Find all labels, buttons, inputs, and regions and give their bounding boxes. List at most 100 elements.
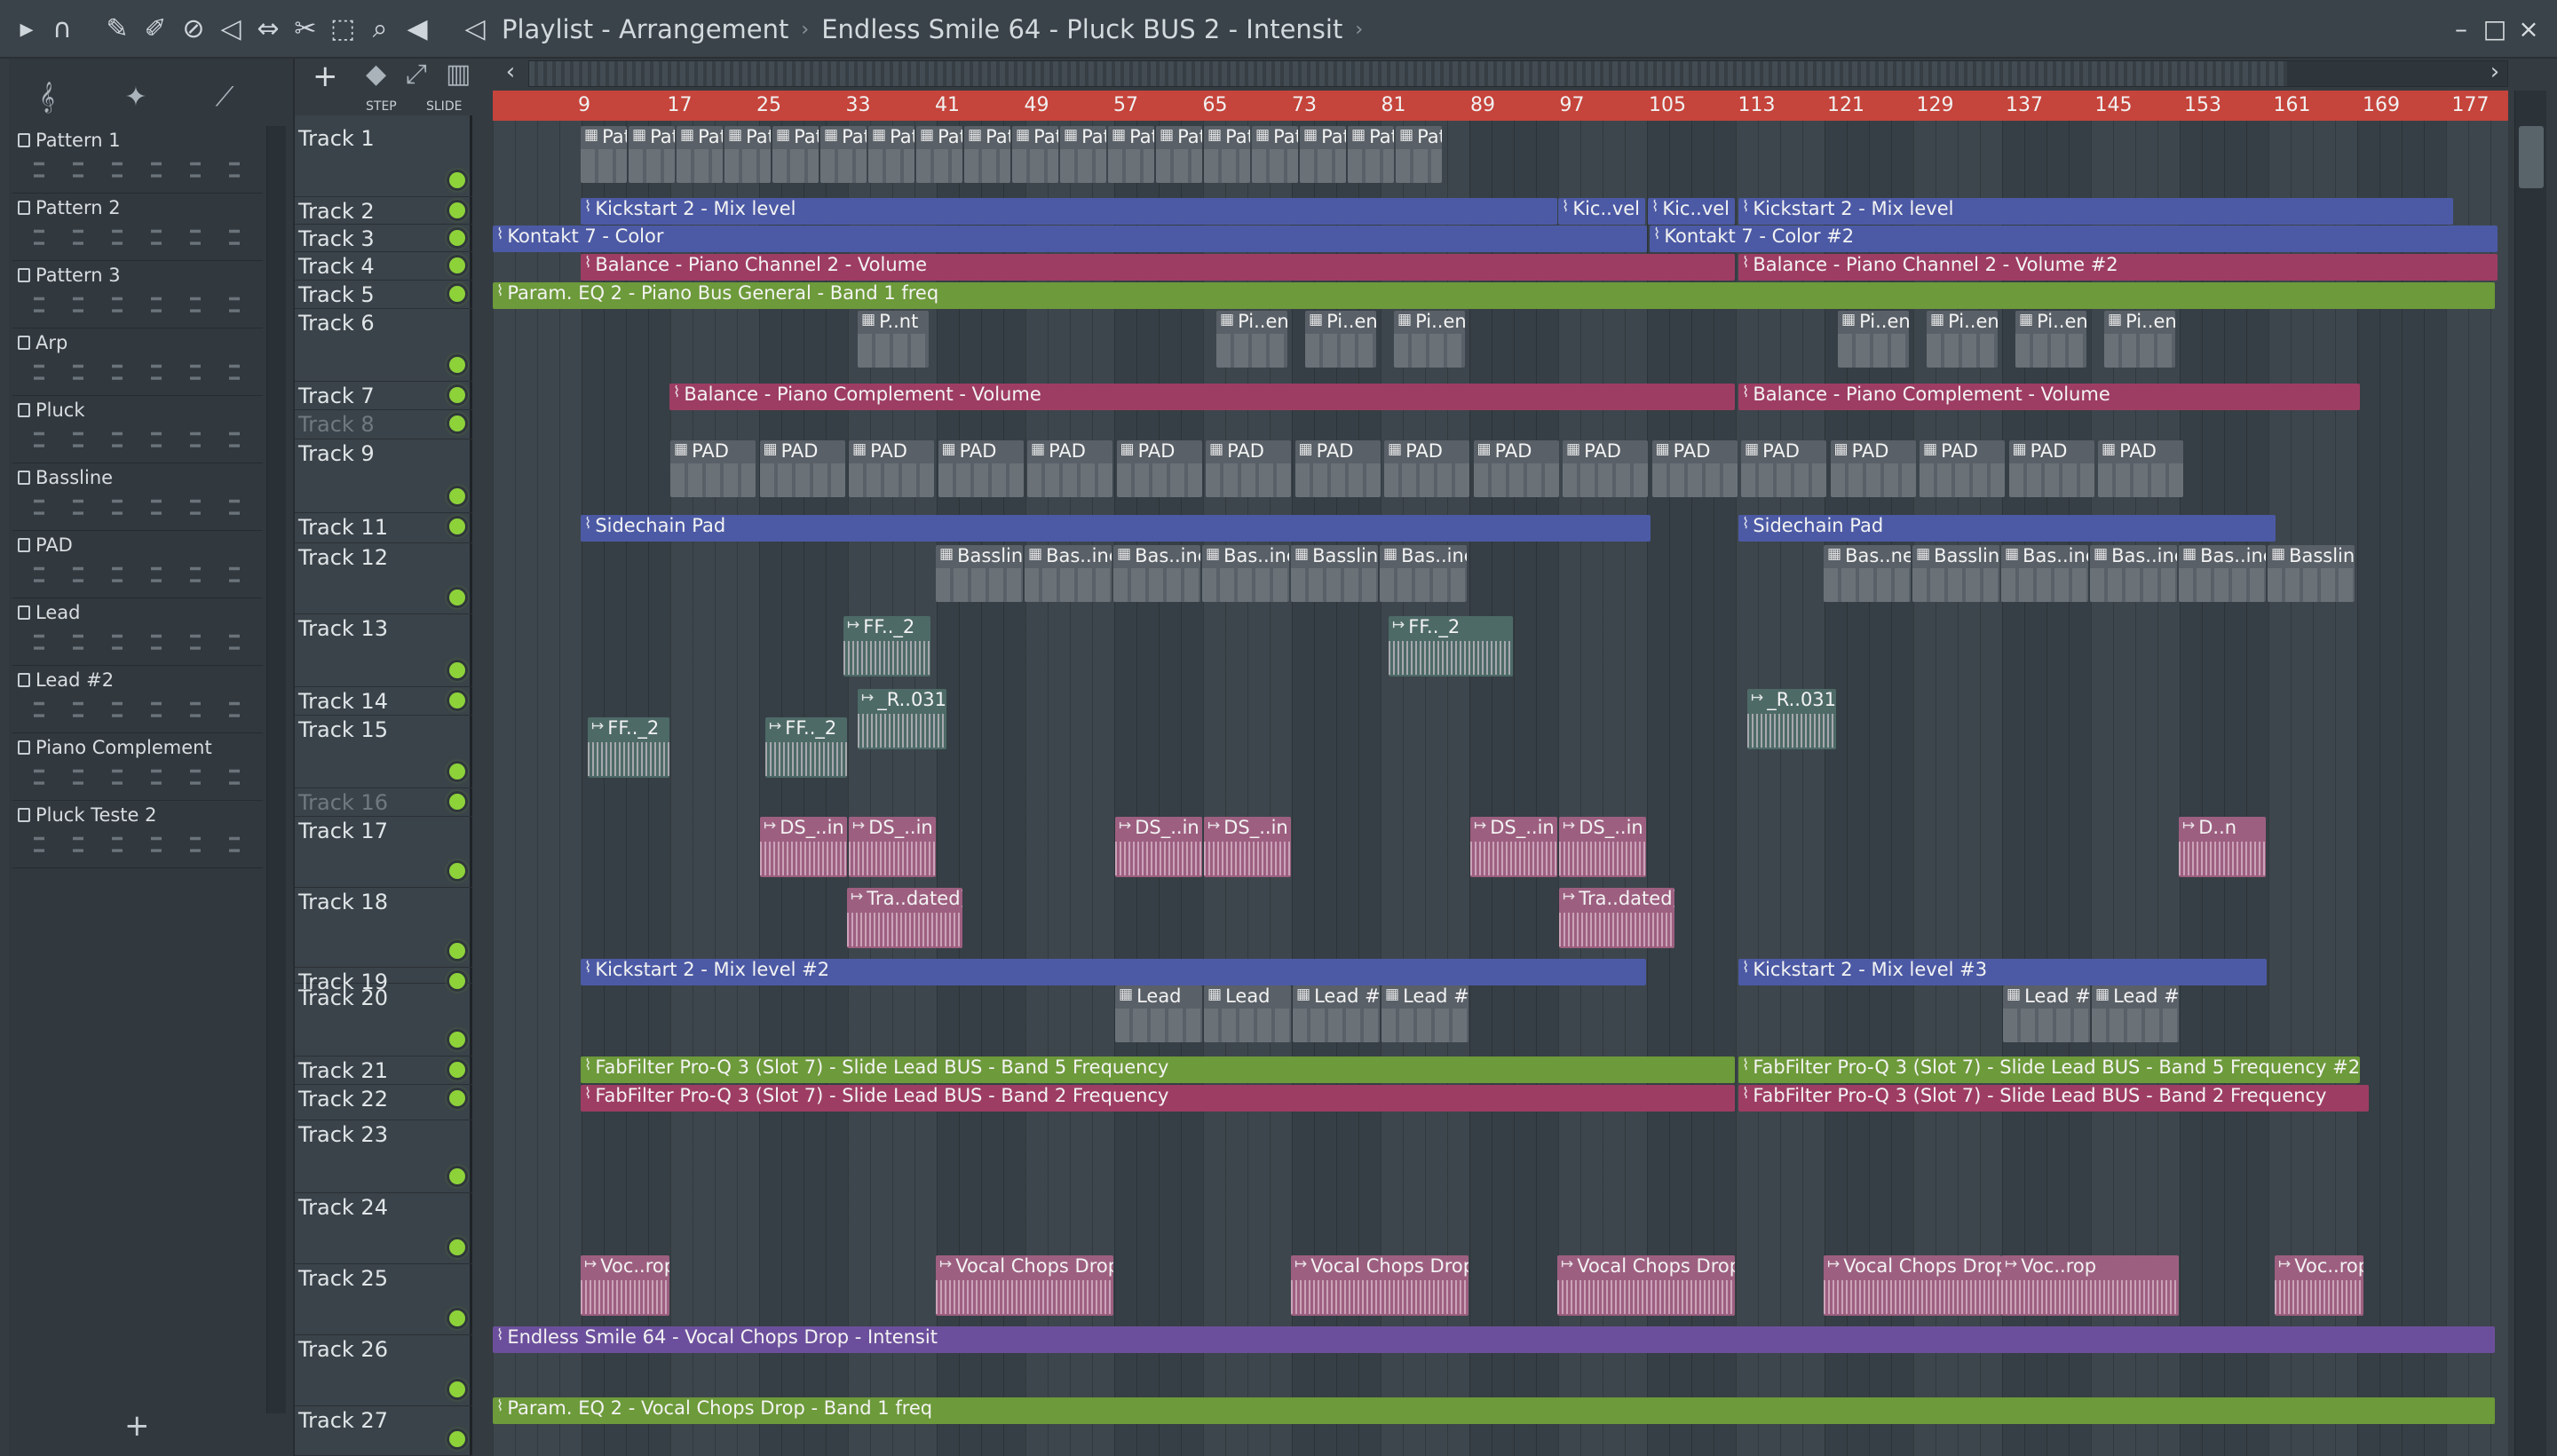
playlist-clip[interactable]: ↦ Vocal Chops Drop — [936, 1255, 1113, 1316]
playlist-clip[interactable]: ▦Pat..n 3 — [1396, 126, 1442, 183]
mute-led-icon[interactable] — [449, 794, 465, 810]
playlist-clip[interactable]: ↦ DS_..in — [1115, 817, 1202, 877]
playlist-clip[interactable]: ▦ PAD — [1027, 440, 1112, 497]
add-pattern-button[interactable]: + — [124, 1408, 150, 1444]
pattern-item[interactable]: Arp — [12, 328, 263, 396]
mute-led-icon[interactable] — [449, 764, 465, 779]
playlist-clip[interactable]: ▦Bas..ine — [2179, 545, 2266, 602]
playlist-clip[interactable]: ↦ Voc..rop — [2275, 1255, 2363, 1316]
playlist-clip[interactable]: ▦ PAD — [1830, 440, 1916, 497]
playlist-clip[interactable]: ⌇ Endless Smile 64 - Vocal Chops Drop - I… — [493, 1326, 2495, 1353]
track-header[interactable]: Track 22 — [295, 1085, 472, 1120]
track-header[interactable]: Track 18 — [295, 888, 472, 968]
playlist-clip[interactable]: ▦ PAD — [2008, 440, 2094, 497]
paint-icon[interactable]: ✐ — [138, 11, 173, 46]
pattern-item[interactable]: Pattern 2 — [12, 194, 263, 261]
pattern-item[interactable]: Lead #2 — [12, 666, 263, 733]
playlist-clip[interactable]: ▦Lead #2 — [1293, 985, 1380, 1042]
link-icon[interactable]: ⤢ — [406, 59, 427, 90]
settings-icon[interactable]: ✦ — [115, 76, 156, 117]
playlist-clip[interactable]: ▦Pat..n 1 — [677, 126, 723, 183]
playlist-clip[interactable]: ⌇ Kickstart 2 - Mix level — [1738, 198, 2453, 225]
playlist-clip[interactable]: ▦ PAD — [1473, 440, 1559, 497]
mute-led-icon[interactable] — [449, 1062, 465, 1078]
playlist-clip[interactable]: ▦Pi..ent — [1838, 311, 1909, 368]
track-header[interactable]: Track 6 — [295, 309, 472, 382]
playback-icon[interactable]: ◀ — [400, 11, 435, 46]
track-header[interactable]: Track 5 — [295, 281, 472, 309]
playlist-clip[interactable]: ▦Pat..n 1 — [964, 126, 1010, 183]
track-header[interactable]: Track 13 — [295, 614, 472, 687]
playlist-clip[interactable]: ↦ DS_..in — [760, 817, 847, 877]
piano-icon[interactable]: 𝄞 — [27, 76, 67, 117]
piano-roll-icon[interactable]: ▥ — [446, 59, 471, 90]
track-header[interactable]: Track 9 — [295, 439, 472, 513]
mute-led-icon[interactable] — [449, 1090, 465, 1106]
mute-led-icon[interactable] — [449, 518, 465, 534]
playlist-clip[interactable]: ▦ PAD — [1741, 440, 1826, 497]
arrow-icon[interactable]: ▸ — [9, 11, 44, 46]
overview-scrollbar[interactable] — [528, 60, 2508, 87]
vertical-scrollbar[interactable] — [2514, 91, 2546, 1456]
track-header[interactable]: Track 27 — [295, 1406, 472, 1456]
playlist-clip[interactable]: ↦ Vocal Chops Drop — [1291, 1255, 1468, 1316]
mute-led-icon[interactable] — [449, 692, 465, 708]
playlist-clip[interactable]: ▦Bas..ine — [1113, 545, 1200, 602]
speaker-icon[interactable]: ◁ — [457, 11, 493, 46]
track-header[interactable]: Track 14 — [295, 687, 472, 716]
playlist-clip[interactable]: ▦ PAD — [2098, 440, 2183, 497]
playlist-clip[interactable]: ↦ Voc..rop — [581, 1255, 669, 1316]
playlist-clip[interactable]: ⌇ Kontakt 7 - Color #2 — [1650, 226, 2498, 252]
playlist-clip[interactable]: ▦Pat..n 3 — [868, 126, 914, 183]
mute-led-icon[interactable] — [449, 863, 465, 879]
playlist-clip[interactable]: ▦Pi..ent — [1394, 311, 1465, 368]
playlist-clip[interactable]: ▦Lead #2 — [2003, 985, 2090, 1042]
track-header[interactable]: Track 15 — [295, 716, 472, 788]
playlist-clip[interactable]: ▦Bassline — [1291, 545, 1378, 602]
playlist-clip[interactable]: ▦Pi..ent — [2015, 311, 2086, 368]
playlist-clip[interactable]: ▦Bassline — [2268, 545, 2355, 602]
pattern-item[interactable]: Pattern 1 — [12, 126, 263, 194]
playlist-clip[interactable]: ▦Pi..ent — [1927, 311, 1998, 368]
playlist-clip[interactable]: ▦Pat..n 3 — [772, 126, 819, 183]
scroll-left-icon[interactable]: ‹ — [493, 59, 528, 89]
playlist-clip[interactable]: ⌇ Balance - Piano Complement - Volume — [669, 384, 1735, 410]
track-header[interactable]: Track 12 — [295, 543, 472, 614]
playlist-clip[interactable]: ⌇ Kickstart 2 - Mix level #3 — [1738, 959, 2267, 985]
zoom-icon[interactable]: ⌕ — [362, 11, 398, 46]
playlist-clip[interactable]: ↦ Voc..rop — [2001, 1255, 2179, 1316]
playlist-clip[interactable]: ▦Bas..ine — [2001, 545, 2088, 602]
playlist-clip[interactable]: ▦Pat..n 3 — [1348, 126, 1394, 183]
playlist-clip[interactable]: ↦ DS_..in — [849, 817, 936, 877]
playlist-clip[interactable]: ⌇ Sidechain Pad — [1738, 515, 2276, 542]
pattern-item[interactable]: Pattern 3 — [12, 261, 263, 328]
playlist-clip[interactable]: ▦Pat..n 1 — [1108, 126, 1154, 183]
pattern-scrollbar[interactable] — [266, 126, 286, 1413]
playlist-clip[interactable]: ⌇ FabFilter Pro-Q 3 (Slot 7) - Slide Lead… — [581, 1056, 1735, 1083]
step-label[interactable]: STEP — [366, 99, 397, 114]
track-header[interactable]: Track 19 — [295, 968, 472, 994]
playlist-clip[interactable]: ▦ Lead — [1115, 985, 1202, 1042]
add-track-button[interactable]: + — [313, 59, 338, 94]
playlist-clip[interactable]: ▦Bas..ine — [1202, 545, 1289, 602]
playlist-clip[interactable]: ▦Pi..ent — [2104, 311, 2175, 368]
mute-led-icon[interactable] — [449, 387, 465, 403]
playlist-clip[interactable]: ▦Lead #2 — [2092, 985, 2179, 1042]
playlist-clip[interactable]: ▦Pi..ent — [1305, 311, 1376, 368]
playlist-clip[interactable]: ↦ Vocal Chops Drop — [1824, 1255, 2001, 1316]
playlist-clip[interactable]: ↦ FF.._2 — [843, 616, 930, 677]
mute-led-icon[interactable] — [449, 1168, 465, 1184]
pencil-icon[interactable]: ✎ — [99, 11, 135, 46]
playlist-clip[interactable]: ⌇ FabFilter Pro-Q 3 (Slot 7) - Slide Lead… — [1738, 1085, 2369, 1112]
playlist-clip[interactable]: ▦Pat..n 3 — [1204, 126, 1250, 183]
playlist-clip[interactable]: ⌇ Balance - Piano Complement - Volume — [1738, 384, 2360, 410]
timeline-ruler[interactable]: 9 17 25 33 41 49 57 65 73 81 89 97 105 113 121 129 137 14… — [493, 91, 2508, 121]
snap-icon[interactable]: ◆ — [366, 59, 386, 90]
playlist-clip[interactable]: ↦ DS_..in — [1559, 817, 1646, 877]
playlist-clip[interactable]: ▦ PAD — [1563, 440, 1648, 497]
minimize-button[interactable]: – — [2445, 11, 2477, 46]
track-header[interactable]: Track 21 — [295, 1056, 472, 1085]
playlist-clip[interactable]: ▦Pat..n 1 — [724, 126, 771, 183]
playlist-clip[interactable]: ▦ PAD — [670, 440, 756, 497]
playlist-clip[interactable]: ▦ PAD — [1920, 440, 2005, 497]
